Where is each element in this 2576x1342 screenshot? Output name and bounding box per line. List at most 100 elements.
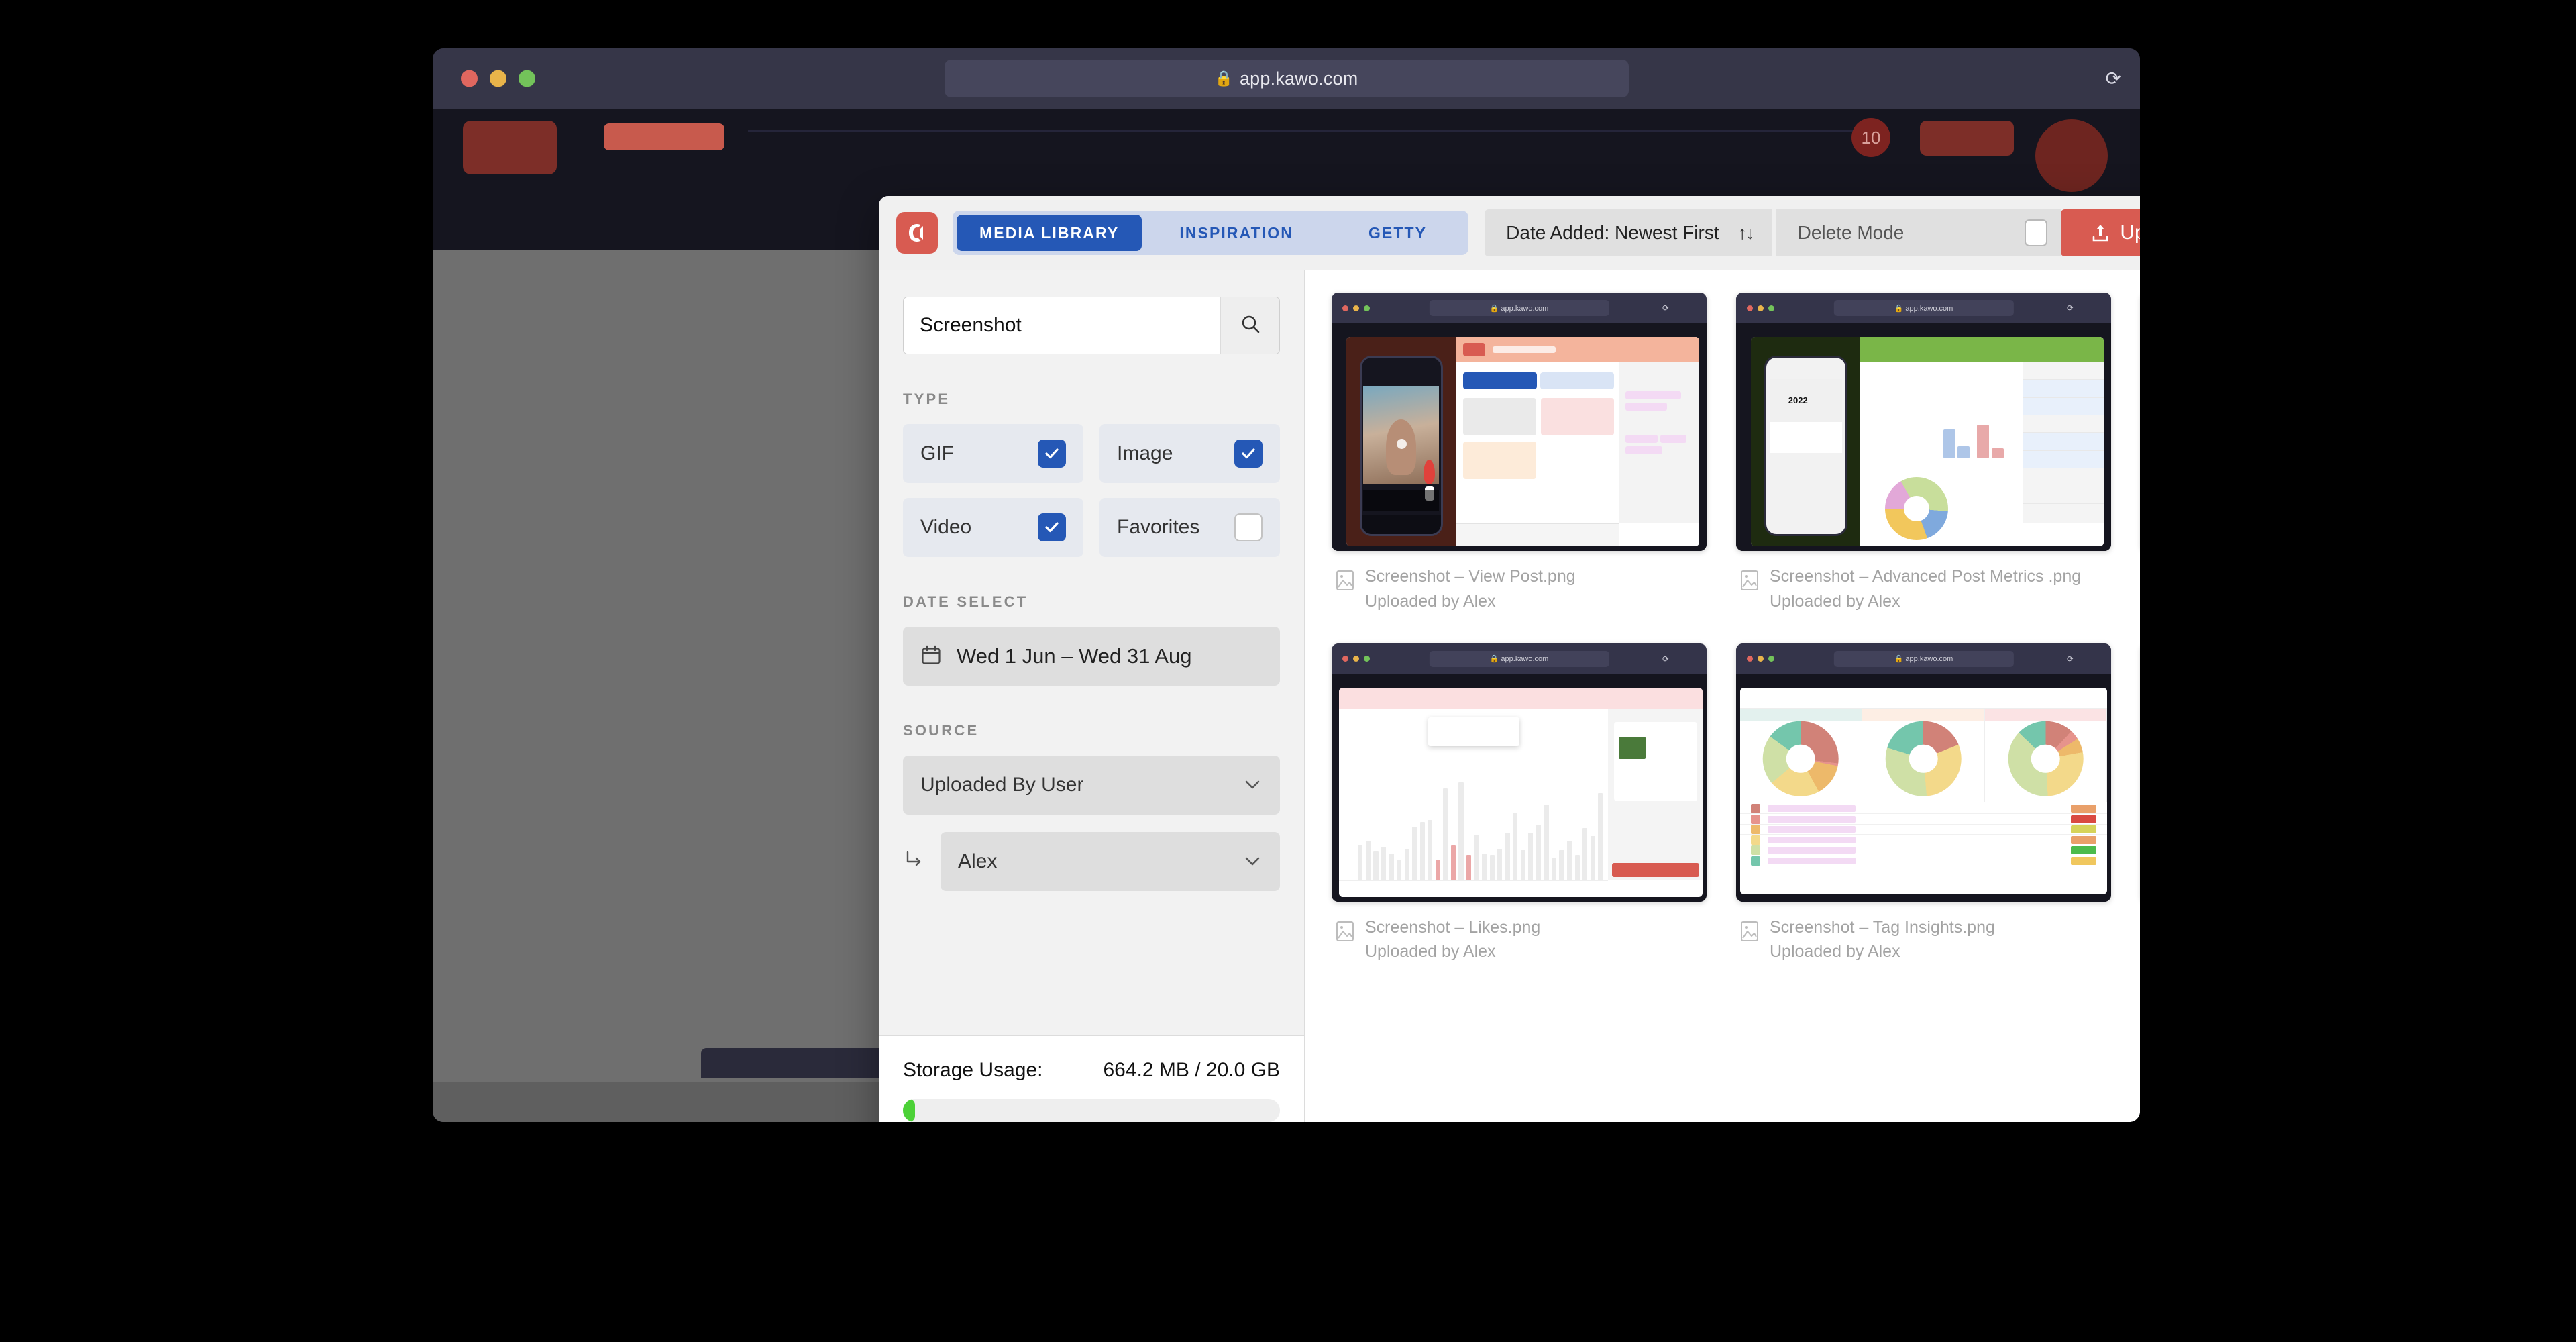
- preview-tag-modal: [1739, 687, 2108, 895]
- preview-metric-likes: [1541, 397, 1614, 435]
- type-filter-video[interactable]: Video: [903, 498, 1083, 557]
- type-filter-image[interactable]: Image: [1099, 424, 1280, 483]
- asset-file-name: Screenshot – Tag Insights.png: [1770, 917, 1995, 937]
- search-input[interactable]: [904, 297, 1220, 354]
- type-filter-favorites-checkbox[interactable]: [1234, 513, 1263, 541]
- search-button[interactable]: [1220, 297, 1279, 354]
- type-filter-image-label: Image: [1117, 442, 1173, 464]
- preview-likes-modal: [1339, 687, 1703, 897]
- reload-icon[interactable]: ⟳: [2106, 68, 2121, 90]
- asset-file-name: Screenshot – Advanced Post Metrics .png: [1770, 567, 2082, 586]
- maximize-window-button[interactable]: [519, 70, 535, 87]
- preview-stats-tabs: [1463, 372, 1614, 390]
- storage-usage-value: 664.2 MB / 20.0 GB: [1103, 1059, 1280, 1081]
- preview-phone: [1359, 356, 1443, 536]
- type-filter-gif-checkbox[interactable]: [1038, 440, 1066, 468]
- preview-browser-chrome: 🔒 app.kawo.com ⟳: [1332, 643, 1707, 674]
- filters-scroll-region: TYPE GIF Image: [879, 270, 1304, 1035]
- upload-icon: [2092, 223, 2109, 242]
- tab-getty[interactable]: GETTY: [1331, 215, 1464, 251]
- preview-reload-icon: ⟳: [1662, 303, 1670, 313]
- preview-likes: 🔒 app.kawo.com ⟳: [1332, 643, 1707, 902]
- asset-file-name: Screenshot – Likes.png: [1365, 917, 1541, 937]
- preview-donut-likes: [2008, 721, 2084, 796]
- preview-stats-pane: [1860, 337, 2104, 547]
- preview-post-modal: 2022: [1751, 337, 2104, 547]
- chevron-down-icon: [1242, 775, 1263, 796]
- search-row: [903, 297, 1280, 354]
- minimize-window-button[interactable]: [490, 70, 506, 87]
- storage-usage-row: Storage Usage: 664.2 MB / 20.0 GB: [903, 1059, 1280, 1082]
- modal-body: TYPE GIF Image: [879, 270, 2140, 1122]
- background-circle: [2035, 119, 2108, 192]
- tab-media-library[interactable]: MEDIA LIBRARY: [957, 215, 1142, 251]
- type-section-heading: TYPE: [903, 391, 951, 407]
- sort-arrows-icon: ↑↓: [1737, 222, 1755, 243]
- date-range-picker[interactable]: Wed 1 Jun – Wed 31 Aug: [903, 627, 1280, 686]
- type-filter-video-checkbox[interactable]: [1038, 513, 1066, 541]
- preview-body: [1736, 674, 2111, 902]
- image-file-icon: [1740, 570, 1759, 595]
- asset-uploader: Uploaded by Alex: [1365, 942, 1496, 962]
- delete-mode-control[interactable]: Delete Mode: [1776, 209, 2061, 256]
- type-filter-favorites[interactable]: Favorites: [1099, 498, 1280, 557]
- notification-badge: 10: [1851, 118, 1890, 157]
- type-filter-gif[interactable]: GIF: [903, 424, 1083, 483]
- preview-phone-frame: 2022: [1751, 337, 1861, 547]
- filters-sidebar: TYPE GIF Image: [879, 270, 1305, 1122]
- delete-mode-checkbox[interactable]: [2025, 219, 2048, 246]
- storage-usage-fill: [903, 1099, 915, 1122]
- preview-chart-tooltip: [1428, 717, 1519, 747]
- address-bar[interactable]: 🔒 app.kawo.com: [944, 60, 1629, 97]
- date-section-heading: DATE SELECT: [903, 593, 1028, 610]
- image-file-icon: [1336, 921, 1354, 945]
- source-select[interactable]: Uploaded By User: [903, 756, 1280, 815]
- preview-article-card: 2022: [1769, 378, 1842, 453]
- preview-reload-icon: ⟳: [2067, 654, 2074, 664]
- asset-card: 🔒 app.kawo.com ⟳: [1736, 643, 2111, 994]
- preview-reload-icon: ⟳: [1662, 654, 1670, 664]
- close-window-button[interactable]: [461, 70, 478, 87]
- preview-modal-header: [1860, 337, 2104, 362]
- preview-post-thumbnail: [1619, 736, 1646, 759]
- preview-address-bar: 🔒 app.kawo.com: [1833, 300, 2014, 316]
- type-filter-image-checkbox[interactable]: [1234, 440, 1263, 468]
- asset-card: 🔒 app.kawo.com ⟳: [1332, 293, 1707, 643]
- asset-caption: Screenshot – Advanced Post Metrics .png …: [1736, 551, 2111, 643]
- address-bar-url: app.kawo.com: [1239, 68, 1358, 89]
- upload-button[interactable]: Upload: [2061, 209, 2140, 256]
- asset-thumbnail-view-post[interactable]: 🔒 app.kawo.com ⟳: [1332, 293, 1707, 551]
- preview-tab-meta: [1540, 372, 1614, 390]
- media-library-modal: MEDIA LIBRARY INSPIRATION GETTY Date Add…: [879, 196, 2140, 1122]
- asset-thumbnail-likes[interactable]: 🔒 app.kawo.com ⟳: [1332, 643, 1707, 902]
- sort-control[interactable]: Date Added: Newest First ↑↓: [1485, 209, 1772, 256]
- date-range-value: Wed 1 Jun – Wed 31 Aug: [957, 644, 1192, 668]
- preview-activity-pane: [1619, 362, 1699, 523]
- preview-post-impact-pane: [1608, 709, 1703, 880]
- background-chip-red: [604, 123, 724, 150]
- preview-post-card: [1613, 722, 1697, 802]
- preview-videos-column: [1739, 708, 1863, 802]
- source-user-select[interactable]: Alex: [941, 832, 1280, 891]
- storage-usage-bar: [903, 1099, 1280, 1122]
- tab-inspiration[interactable]: INSPIRATION: [1142, 215, 1331, 251]
- type-filter-grid: GIF Image Video Favorites: [903, 424, 1280, 557]
- background-chip-left: [463, 121, 557, 174]
- preview-browser-chrome: 🔒 app.kawo.com ⟳: [1332, 293, 1707, 323]
- preview-stats-pane: [1456, 337, 1699, 547]
- preview-address-bar: 🔒 app.kawo.com: [1429, 650, 1609, 667]
- asset-file-name: Screenshot – View Post.png: [1365, 567, 1576, 586]
- preview-post-modal: [1346, 337, 1699, 547]
- type-filter-favorites-label: Favorites: [1117, 516, 1200, 538]
- search-icon: [1240, 313, 1261, 338]
- kawo-logo: [896, 212, 938, 254]
- preview-body: [1332, 323, 1707, 551]
- asset-thumbnail-advanced-post-metrics[interactable]: 🔒 app.kawo.com ⟳ 2022: [1736, 293, 2111, 551]
- sort-label: Date Added: Newest First: [1506, 222, 1719, 243]
- image-file-icon: [1740, 921, 1759, 945]
- asset-thumbnail-tag-insights[interactable]: 🔒 app.kawo.com ⟳: [1736, 643, 2111, 902]
- preview-donut-comments: [1885, 721, 1962, 796]
- preview-body: 2022: [1736, 323, 2111, 551]
- preview-metric-plays: [1463, 397, 1536, 435]
- preview-phone: 2022: [1764, 356, 1847, 536]
